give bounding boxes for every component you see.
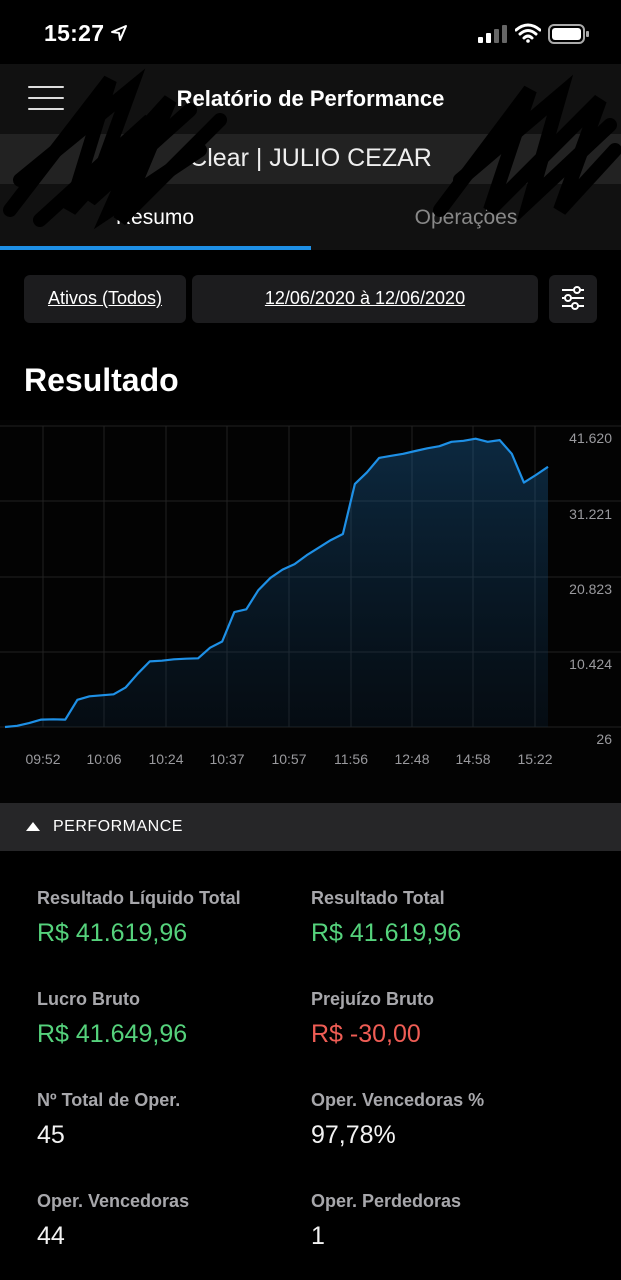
location-arrow-icon [111,25,127,41]
tab-operacoes[interactable]: Operações [311,184,621,250]
metric-card: Nº Total de Oper. 45 [37,1090,317,1150]
tab-bar: Resumo Operações [0,184,621,250]
chart-y-tick-label: 41.620 [569,430,612,446]
filter-settings-button[interactable] [549,275,597,323]
app-header: Relatório de Performance [0,64,621,134]
result-chart: 41.620 31.221 20.823 10.424 26 09:52 10:06 10:… [0,420,621,803]
section-title: Resultado [24,362,179,398]
battery-icon [548,24,589,44]
chart-x-tick-label: 10:06 [86,751,121,767]
account-selector[interactable]: Clear | JULIO CEZAR [0,134,621,184]
metric-value: R$ 41.619,96 [311,919,462,947]
account-label: Clear | JULIO CEZAR [189,144,432,172]
metric-label: Prejuízo Bruto [311,989,435,1009]
metric-value: 44 [37,1222,65,1250]
chart-x-tick-label: 10:24 [148,751,183,767]
metric-value: 97,78% [311,1121,396,1149]
chart-x-tick-label: 09:52 [25,751,60,767]
caret-up-icon [26,822,40,831]
metric-value: 1 [311,1222,325,1250]
active-tab-indicator [0,246,311,250]
chart-x-tick-label: 14:58 [455,751,490,767]
metric-value: R$ 41.619,96 [37,919,188,947]
cellular-signal-icon [478,25,507,43]
status-time: 15:27 [44,20,105,46]
metric-card: Resultado Líquido Total R$ 41.619,96 [37,888,317,948]
metric-value: R$ -30,00 [311,1020,421,1048]
wifi-icon [515,23,541,43]
performance-header-label: PERFORMANCE [53,818,183,835]
metric-card: Oper. Perdedoras 1 [311,1191,591,1251]
metric-card: Resultado Total R$ 41.619,96 [311,888,591,948]
metric-label: Resultado Total [311,888,445,908]
chart-x-tick-label: 11:56 [334,751,368,767]
status-bar: 15:27 [0,0,621,64]
metric-label: Nº Total de Oper. [37,1090,181,1110]
page-title: Relatório de Performance [176,86,445,111]
chart-area-fill [5,438,548,727]
sliders-icon [562,286,584,310]
chart-y-tick-label: 26 [596,731,612,747]
chart-y-tick-label: 31.221 [569,506,612,522]
result-chart-svg: 41.620 31.221 20.823 10.424 26 09:52 10:06 10:… [0,425,621,767]
assets-filter-button[interactable]: Ativos (Todos) [24,275,186,323]
metric-value: R$ 41.649,96 [37,1020,188,1048]
metric-label: Oper. Vencedoras % [311,1090,485,1110]
metric-value: 45 [37,1121,65,1149]
metric-card: Prejuízo Bruto R$ -30,00 [311,989,591,1049]
chart-y-tick-label: 20.823 [569,581,612,597]
chart-x-tick-label: 10:37 [209,751,244,767]
metric-label: Resultado Líquido Total [37,888,241,908]
date-range-button[interactable]: 12/06/2020 à 12/06/2020 [192,275,538,323]
metric-card: Lucro Bruto R$ 41.649,96 [37,989,317,1049]
chart-x-tick-label: 15:22 [517,751,552,767]
tab-resumo[interactable]: Resumo [0,184,310,250]
metric-label: Oper. Perdedoras [311,1191,462,1211]
metric-card: Oper. Vencedoras 44 [37,1191,317,1251]
metric-label: Oper. Vencedoras [37,1191,190,1211]
metric-label: Lucro Bruto [37,989,140,1009]
chart-y-tick-label: 10.424 [569,656,612,672]
performance-section-toggle[interactable]: PERFORMANCE [0,803,621,851]
metric-card: Oper. Vencedoras % 97,78% [311,1090,591,1150]
chart-x-tick-label: 10:57 [271,751,306,767]
chart-x-tick-label: 12:48 [394,751,429,767]
